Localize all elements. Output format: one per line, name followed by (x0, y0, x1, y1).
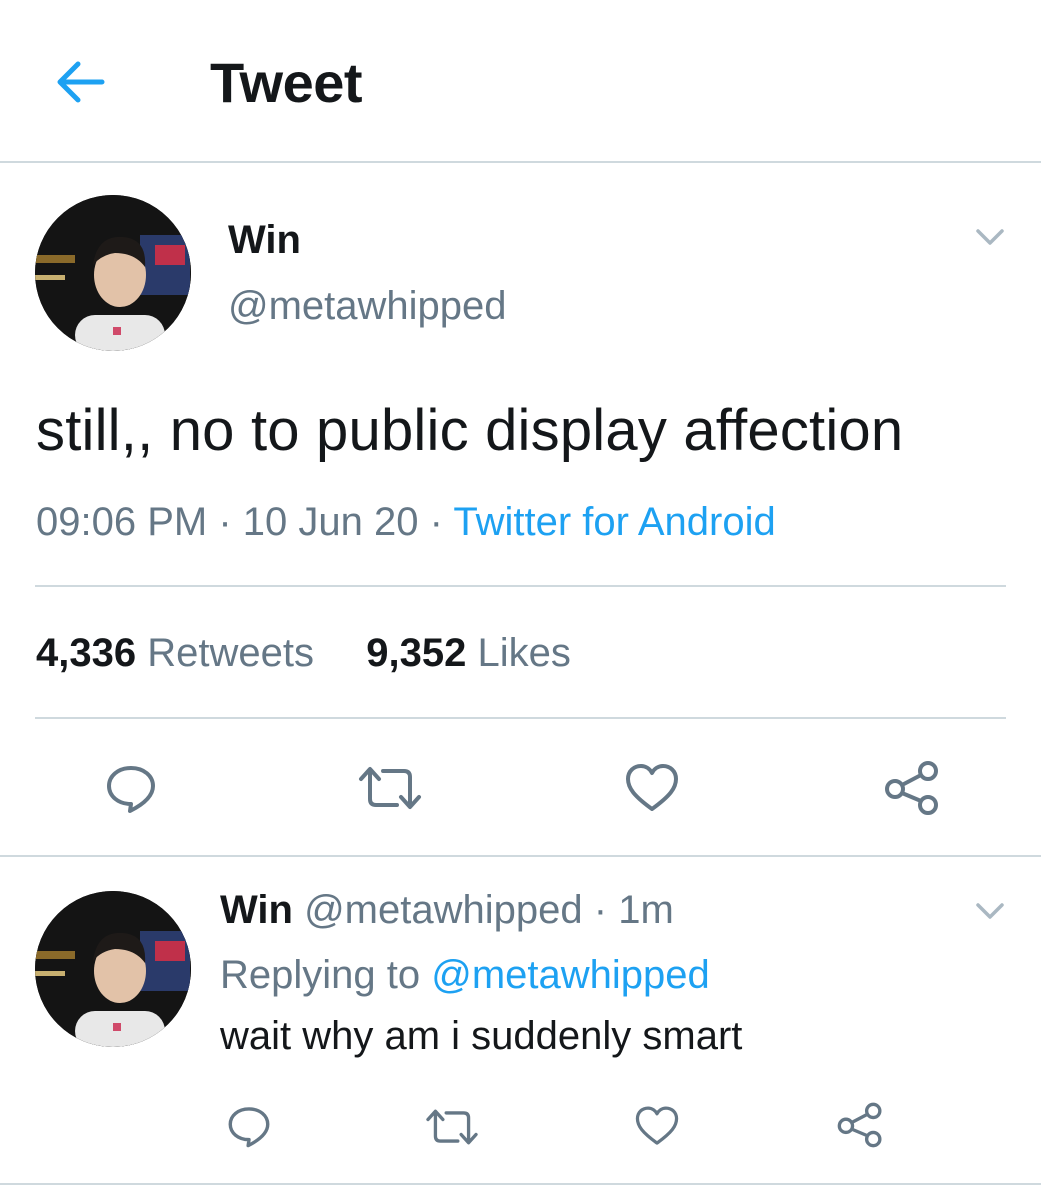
reply-avatar[interactable] (35, 891, 191, 1047)
meta-divider (35, 585, 1006, 587)
likes-count: 9,352 (366, 631, 467, 675)
tweet-meta: 09:06 PM · 10 Jun 20 · Twitter for Andro… (36, 500, 776, 545)
likes-stat[interactable]: 9,352 Likes (366, 631, 571, 675)
like-icon (635, 1106, 679, 1145)
reply-icon (107, 766, 155, 813)
retweets-stat[interactable]: 4,336 Retweets (36, 631, 314, 675)
reply-button[interactable] (104, 761, 158, 820)
avatar[interactable] (35, 195, 191, 351)
retweet-icon (359, 767, 421, 809)
arrow-left-icon (57, 61, 105, 103)
replying-to-label: Replying to (220, 953, 421, 997)
profile-photo (35, 891, 191, 1047)
meta-separator: · (218, 500, 232, 544)
profile-photo (35, 195, 191, 351)
reply-menu-button[interactable] (972, 896, 1008, 931)
likes-label: Likes (477, 631, 571, 675)
meta-separator: · (429, 500, 443, 544)
username[interactable]: @metawhipped (228, 284, 507, 329)
reply-separator: · (593, 888, 608, 932)
bottom-divider (0, 1183, 1041, 1185)
retweets-count: 4,336 (36, 631, 137, 675)
reply-share-button[interactable] (836, 1101, 884, 1154)
tweet-menu-button[interactable] (972, 222, 1008, 257)
retweet-button[interactable] (355, 761, 425, 820)
share-button[interactable] (883, 759, 941, 822)
back-button[interactable] (48, 52, 112, 112)
share-icon (885, 761, 938, 815)
reply-timestamp: 1m (618, 888, 674, 932)
retweets-label: Retweets (147, 631, 314, 675)
tweet-stats: 4,336 Retweets 9,352 Likes (36, 631, 571, 676)
top-bar: Tweet (0, 0, 1041, 162)
header-divider (0, 161, 1041, 163)
reply-display-name[interactable]: Win (220, 888, 293, 932)
chevron-down-icon (976, 229, 1004, 245)
reply-icon (228, 1107, 270, 1148)
page-title: Tweet (210, 51, 363, 114)
reply-text: wait why am i suddenly smart (220, 1014, 743, 1058)
tweet-date: 10 Jun 20 (242, 500, 419, 544)
stats-divider (35, 717, 1006, 719)
reply-like-button[interactable] (634, 1104, 680, 1153)
retweet-icon (426, 1109, 478, 1145)
tweet-text: still,, no to public display affection (36, 398, 904, 463)
reply-reply-button[interactable] (226, 1103, 272, 1154)
tweet-divider (0, 855, 1041, 857)
tweet-time: 09:06 PM (36, 500, 208, 544)
replying-to: Replying to @metawhipped (220, 953, 710, 998)
like-icon (626, 764, 678, 811)
share-icon (837, 1102, 882, 1148)
reply-retweet-button[interactable] (423, 1104, 481, 1155)
reply-header: Win @metawhipped · 1m (220, 888, 674, 933)
display-name[interactable]: Win (228, 218, 301, 263)
replying-to-mention[interactable]: @metawhipped (431, 953, 710, 997)
reply-username[interactable]: @metawhipped (304, 888, 583, 932)
tweet-source-link[interactable]: Twitter for Android (453, 500, 775, 544)
like-button[interactable] (624, 761, 680, 820)
chevron-down-icon (976, 903, 1004, 919)
